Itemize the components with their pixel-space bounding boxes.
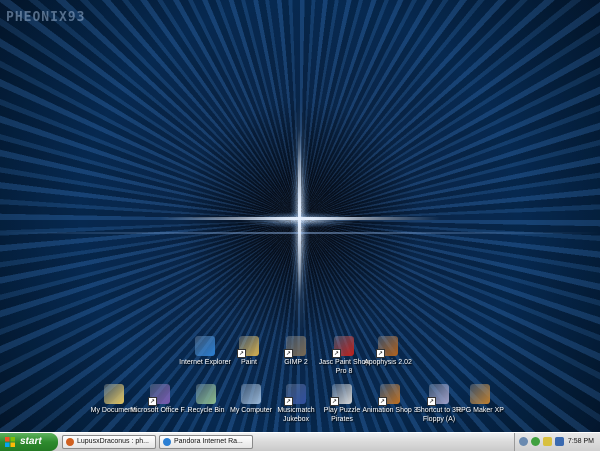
wallpaper-vertical-flare [298,130,301,300]
clock[interactable]: 7:58 PM [568,433,594,451]
recycle-bin-icon [196,384,216,404]
shortcut-arrow-icon: ↗ [427,397,436,406]
taskbar-button-label: Pandora Internet Ra... [174,438,243,445]
desktop[interactable]: PHEONIX93 Internet Explorer ↗ Paint ↗ GIMP 2… [0,0,600,432]
taskbar-button-1[interactable]: LupusxDraconus : ph... [62,435,156,449]
apophysis-icon: ↗ [376,336,398,358]
microsoft-office-icon: ↗ [148,384,170,406]
shortcut-arrow-icon: ↗ [330,397,339,406]
windows-logo-icon [5,437,15,447]
musicmatch-icon: ↗ [284,384,306,406]
paint-shop-pro-icon: ↗ [332,336,354,358]
floppy-drive-icon: ↗ [427,384,449,406]
desktop-icon-rpg-maker[interactable]: RPG Maker XP [450,384,510,416]
start-label: start [20,436,42,447]
shortcut-arrow-icon: ↗ [378,397,387,406]
animation-shop-icon: ↗ [378,384,400,406]
shortcut-arrow-icon: ↗ [376,349,385,358]
puzzle-pirates-icon: ↗ [330,384,352,406]
internet-explorer-icon [163,438,171,446]
rpg-maker-icon [470,384,490,404]
firefox-icon [66,438,74,446]
desktop-icon-apophysis[interactable]: ↗ Apophysis 2.02 [358,336,418,368]
tray-volume-icon[interactable] [555,437,564,446]
start-button[interactable]: start [0,433,58,451]
wallpaper-watermark: PHEONIX93 [6,10,86,25]
desktop-icon-label: RPG Maker XP [456,407,504,414]
internet-explorer-icon [195,336,215,356]
taskbar-button-label: LupusxDraconus : ph... [77,438,149,445]
taskbar-button-2[interactable]: Pandora Internet Ra... [159,435,253,449]
shortcut-arrow-icon: ↗ [332,349,341,358]
tray-messenger-icon[interactable] [531,437,540,446]
paint-icon: ↗ [237,336,259,358]
shortcut-arrow-icon: ↗ [237,349,246,358]
my-documents-icon [104,384,124,404]
gimp-icon: ↗ [284,336,306,358]
taskbar: start LupusxDraconus : ph... Pandora Inte… [0,432,600,451]
system-tray: 7:58 PM [514,433,600,451]
desktop-icon-label: Apophysis 2.02 [364,359,412,366]
shortcut-arrow-icon: ↗ [284,349,293,358]
shortcut-arrow-icon: ↗ [284,397,293,406]
my-computer-icon [241,384,261,404]
tray-arrow-icon[interactable] [519,437,528,446]
tray-network-icon[interactable] [543,437,552,446]
shortcut-arrow-icon: ↗ [148,397,157,406]
